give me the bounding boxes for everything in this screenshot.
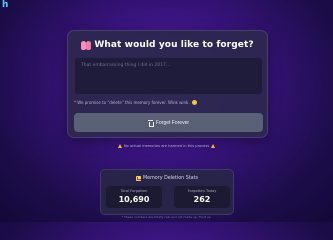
stat-label: Total Forgotten — [120, 189, 148, 193]
stat-value: 10,690 — [118, 195, 150, 204]
stat-label: Forgotten Today — [187, 189, 217, 193]
forget-forever-button[interactable]: Forget Forever — [74, 113, 263, 132]
warning-icon — [211, 144, 216, 148]
disclaimer: No actual memories are harmed in this pr… — [0, 143, 333, 149]
smile-icon — [191, 100, 197, 105]
disclaimer-text: No actual memories are harmed in this pr… — [123, 144, 210, 148]
memory-input[interactable] — [74, 57, 263, 95]
warning-icon — [117, 144, 122, 148]
forgotten-today-stat: Forgotten Today 262 — [174, 186, 230, 208]
trash-icon — [147, 119, 154, 127]
app-brand[interactable]: h — [0, 0, 10, 10]
promise-text: * We promise to "delete" this memory for… — [74, 100, 190, 105]
stats-header: Memory Deletion Stats — [101, 175, 233, 181]
chart-icon — [136, 175, 142, 181]
stat-value: 262 — [193, 195, 211, 204]
stats-panel: Memory Deletion Stats Total Forgotten 10… — [100, 169, 234, 215]
forget-card: What would you like to forget? * We prom… — [67, 30, 268, 138]
card-header: What would you like to forget? — [68, 38, 267, 52]
card-title: What would you like to forget? — [94, 40, 254, 50]
footnote: * These numbers are totally real and not… — [121, 215, 212, 219]
total-forgotten-stat: Total Forgotten 10,690 — [106, 186, 162, 208]
forget-button-label: Forget Forever — [155, 119, 190, 126]
stats-title: Memory Deletion Stats — [143, 175, 198, 181]
promise-note: * We promise to "delete" this memory for… — [74, 99, 197, 106]
brain-icon — [81, 40, 92, 50]
